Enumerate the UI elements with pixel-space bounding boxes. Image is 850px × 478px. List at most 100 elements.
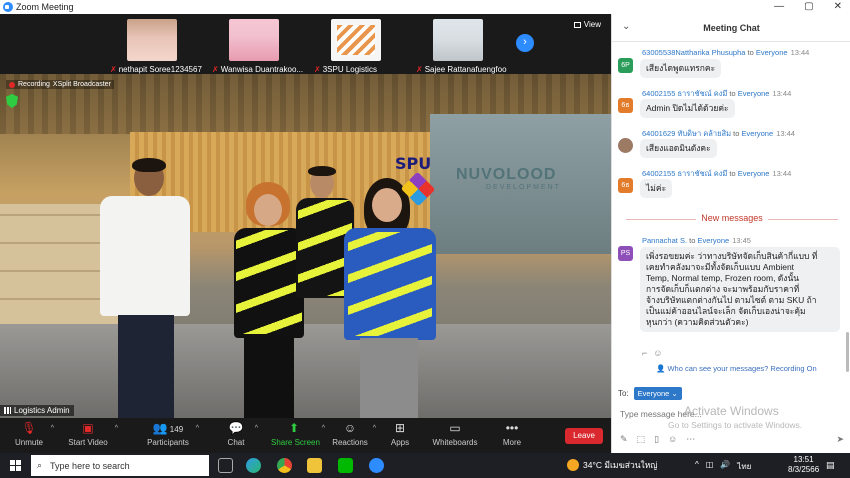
weather-widget[interactable]: 34°C มีเมฆส่วนใหญ่ (567, 458, 658, 472)
maximize-button[interactable]: ▢ (804, 0, 813, 14)
participant-thumbnail-strip: ✗ nethapit Soree1234567 ✗ Wanwisa Duantrak… (0, 14, 611, 74)
participants-label: Participants (147, 438, 189, 447)
privacy-note-link[interactable]: 👤 Who can see your messages? Recording O… (656, 364, 817, 373)
chat-button[interactable]: 💬 Chat ^ (222, 421, 258, 447)
add-reaction-icon[interactable]: ☺ (653, 348, 662, 358)
line-app-icon[interactable] (338, 458, 353, 473)
reply-icon[interactable]: ⌐ (642, 348, 647, 358)
chat-message[interactable]: 64001629 ทับดิษา คล้ายสิม to Everyone 13:… (618, 128, 843, 162)
zoom-app-icon[interactable] (369, 458, 384, 473)
notification-icon[interactable]: ▤ (826, 460, 835, 471)
chat-scrollbar[interactable] (846, 332, 849, 372)
leave-button[interactable]: Leave (565, 428, 603, 444)
chevron-up-icon[interactable]: ^ (373, 425, 376, 432)
chevron-up-icon[interactable]: ^ (695, 460, 699, 473)
volume-icon[interactable]: 🔊 (720, 460, 730, 473)
message-recipient: Everyone (737, 89, 770, 98)
brand-watermark: NUVOLOOD (456, 166, 557, 183)
message-line: เพิ่งรอขยมค่ะ ว่าทางบริษัทจัดเก็บสินค้าก… (646, 251, 818, 261)
activate-windows-sub: Go to Settings to activate Windows. (668, 420, 803, 430)
chat-toolbar: ✎ ⬚ ▯ ☺ ⋯ ➤ (620, 434, 844, 445)
message-line: จ้างบริษัทแตกต่างกันไป ตามไซต์ ตาม SKU ถ… (646, 295, 817, 305)
recording-indicator[interactable]: Recording XSplit Broadcaster (6, 80, 114, 89)
participant-thumbnail[interactable]: ✗ 3SPU Logistics (314, 19, 394, 74)
participant-thumbnail[interactable]: ✗ Sajee Rattanafuengfoo (416, 19, 507, 74)
chat-message[interactable]: 6ธ 64002155 ธาราชัชณ์ คงมี to Everyone 13… (618, 88, 843, 122)
weather-text: 34°C มีเมฆส่วนใหญ่ (583, 460, 658, 470)
window-title: Zoom Meeting (16, 2, 74, 12)
mic-muted-icon: ✗ (416, 65, 423, 74)
task-view-icon[interactable] (218, 458, 233, 473)
unmute-button[interactable]: 🎙 Unmute ^ (12, 421, 54, 447)
mic-off-icon: 🎙 (21, 421, 37, 435)
video-off-icon: ▣ (82, 421, 94, 435)
windows-start-icon[interactable] (10, 460, 21, 471)
chevron-right-icon: › (523, 36, 527, 48)
chevron-up-icon[interactable]: ^ (196, 425, 199, 432)
send-icon[interactable]: ➤ (836, 434, 844, 445)
share-screen-button[interactable]: ⬆ Share Screen ^ (271, 421, 325, 447)
taskbar-search[interactable]: ⌕ Type here to search (31, 455, 209, 476)
format-icon[interactable]: ✎ (620, 434, 628, 445)
whiteboards-button[interactable]: ▭ Whiteboards (432, 421, 478, 447)
recipient-select[interactable]: Everyone ⌄ (633, 387, 682, 400)
chrome-browser-icon[interactable] (277, 458, 292, 473)
recording-label: Recording (18, 81, 50, 88)
input-language[interactable]: ไทย (737, 460, 751, 473)
recording-source: XSplit Broadcaster (52, 81, 111, 88)
network-icon[interactable]: ◫ (706, 460, 714, 473)
reactions-icon: ☺ (343, 421, 357, 435)
avatar: 6P (618, 58, 633, 73)
minimize-button[interactable]: — (774, 0, 784, 14)
file-icon[interactable]: ▯ (654, 434, 659, 445)
chevron-up-icon[interactable]: ^ (115, 425, 118, 432)
apps-button[interactable]: ⊞ Apps (388, 421, 412, 447)
view-label: View (583, 20, 601, 29)
message-text: ไม่ค่ะ (640, 179, 673, 198)
next-page-button[interactable]: › (516, 34, 534, 52)
reactions-button[interactable]: ☺ Reactions ^ (332, 421, 376, 447)
message-time: 13:44 (772, 89, 792, 98)
view-button[interactable]: View (573, 20, 601, 29)
participant-video (229, 19, 279, 61)
signal-bars-icon (4, 407, 11, 414)
chevron-up-icon[interactable]: ^ (322, 425, 325, 432)
taskbar-clock[interactable]: 13:51 8/3/2566 (788, 455, 819, 475)
message-line: เป็นแม่ค้าออนไลน์จะเล็ก จัดเก็บเองน่าจะค… (646, 306, 806, 316)
participant-thumbnail[interactable]: ✗ Wanwisa Duantrakoo... (212, 19, 303, 74)
person-icon: 👤 (656, 364, 666, 373)
edge-browser-icon[interactable] (246, 458, 261, 473)
message-text: Admin ปิดไม่ได้ด้วยค่ะ (640, 99, 735, 118)
participant-video (331, 19, 381, 61)
participant-name: Wanwisa Duantrakoo... (220, 65, 304, 74)
screenshot-icon[interactable]: ⬚ (637, 434, 646, 445)
participant-name: nethapit Soree1234567 (118, 65, 202, 74)
chat-message[interactable]: 6P 63005538Nattharika Phusupha to Everyo… (618, 48, 843, 82)
activate-windows-title: Activate Windows (684, 404, 779, 418)
chevron-up-icon[interactable]: ^ (51, 425, 54, 432)
participant-thumbnail[interactable]: ✗ nethapit Soree1234567 (110, 19, 202, 74)
search-icon: ⌕ (37, 460, 43, 470)
more-button[interactable]: ••• More (500, 421, 524, 447)
to-label: To: (618, 389, 629, 398)
active-speaker-label: Logistics Admin (0, 405, 74, 416)
chat-header: ⌄ Meeting Chat (612, 14, 850, 42)
chat-message[interactable]: 6ธ 64002155 ธาราชัชณ์ คงมี to Everyone 13… (618, 168, 843, 202)
more-options-icon[interactable]: ⋯ (686, 434, 695, 445)
close-button[interactable]: ✕ (834, 0, 842, 14)
start-video-button[interactable]: ▣ Start Video ^ (66, 421, 118, 447)
mic-muted-icon: ✗ (212, 65, 219, 74)
chevron-down-icon: ⌄ (671, 389, 678, 398)
participants-button[interactable]: 👥 149 Participants ^ (145, 421, 199, 447)
apps-icon: ⊞ (394, 421, 406, 435)
person-man-white-shirt (80, 158, 190, 418)
start-video-label: Start Video (68, 438, 108, 447)
chat-message-list[interactable]: 6P 63005538Nattharika Phusupha to Everyo… (612, 42, 850, 372)
chevron-up-icon[interactable]: ^ (255, 425, 258, 432)
meeting-toolbar: 🎙 Unmute ^ ▣ Start Video ^ 👥 149 Particip… (0, 418, 611, 453)
message-sender: Pannachat S. (642, 236, 688, 245)
file-explorer-icon[interactable] (307, 458, 322, 473)
message-recipient: Everyone (697, 236, 730, 245)
emoji-icon[interactable]: ☺ (668, 434, 677, 445)
chat-message[interactable]: PS Pannachat S. to Everyone 13:45 เพิ่งรอ… (618, 236, 843, 346)
